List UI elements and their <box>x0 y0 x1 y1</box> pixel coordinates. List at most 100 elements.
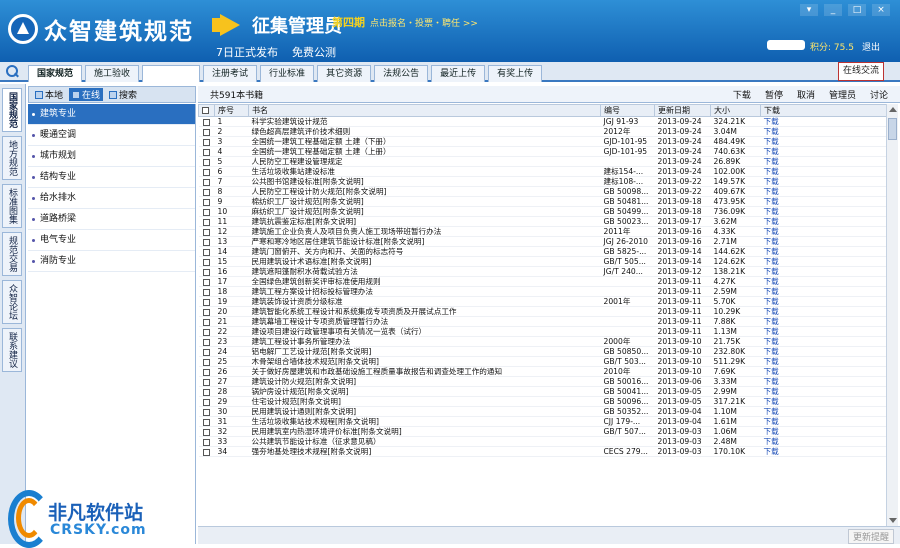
row-checkbox-cell[interactable] <box>198 126 215 137</box>
table-row[interactable]: 22 建设项目建设行政管理事项有关情况一览表（试行） 2013-09-11 1.13M… <box>198 326 886 337</box>
cell-download[interactable]: 下载 <box>760 356 886 367</box>
cell-download[interactable]: 下载 <box>760 336 886 347</box>
table-row[interactable]: 1 科学实验建筑设计规范 JGJ 91-93 2013-09-24 324.21K 下载 <box>198 116 886 127</box>
row-checkbox[interactable] <box>202 448 210 456</box>
row-checkbox-cell[interactable] <box>198 336 215 347</box>
row-checkbox-cell[interactable] <box>198 386 215 397</box>
tab-national-codes[interactable]: 国家规范 <box>28 65 83 82</box>
row-checkbox[interactable] <box>202 238 210 246</box>
pause-action[interactable]: 暂停 <box>765 88 783 101</box>
row-checkbox[interactable] <box>202 258 210 266</box>
table-row[interactable]: 6 生活垃圾收集站建设标准 建标154-... 2013-09-24 102.00K 下载 <box>198 166 886 177</box>
row-checkbox[interactable] <box>202 138 210 146</box>
category-item[interactable]: 暖通空调 <box>28 125 195 146</box>
row-checkbox[interactable] <box>202 318 210 326</box>
cell-download[interactable]: 下载 <box>760 346 886 357</box>
row-checkbox-cell[interactable] <box>198 376 215 387</box>
select-all-checkbox[interactable] <box>202 107 209 114</box>
cell-download[interactable]: 下载 <box>760 156 886 167</box>
cell-download[interactable]: 下载 <box>760 216 886 227</box>
cell-download[interactable]: 下载 <box>760 326 886 337</box>
table-row[interactable]: 21 建筑幕墙工程设计专项资质管理暂行办法 2013-09-11 7.88K 下载 <box>198 316 886 327</box>
table-row[interactable]: 4 全国统一建筑工程基础定额 土建（上册） GJD-101-95 2013-09-24… <box>198 146 886 157</box>
tab-registration-exam[interactable]: 注册考试 <box>203 65 258 82</box>
col-header-code[interactable]: 编号 <box>600 104 655 117</box>
cell-download[interactable]: 下载 <box>760 276 886 287</box>
cell-download[interactable]: 下载 <box>760 316 886 327</box>
row-checkbox-cell[interactable] <box>198 236 215 247</box>
col-header-title[interactable]: 书名 <box>248 104 601 117</box>
tab-construction-acceptance[interactable]: 施工验收 <box>85 65 140 82</box>
table-row[interactable]: 7 公共图书馆建设标准[附条文说明] 建标108-... 2013-09-22 149.… <box>198 176 886 187</box>
cell-download[interactable]: 下载 <box>760 196 886 207</box>
select-all-header[interactable] <box>198 104 215 117</box>
vtab-local-codes[interactable]: 地方规范 <box>2 136 22 180</box>
table-row[interactable]: 13 严寒和寒冷地区居住建筑节能设计标准[附条文说明] JGJ 26-2010 201… <box>198 236 886 247</box>
discuss-action[interactable]: 讨论 <box>870 88 888 101</box>
row-checkbox-cell[interactable] <box>198 286 215 297</box>
row-checkbox-cell[interactable] <box>198 296 215 307</box>
table-row[interactable]: 32 民用建筑室内热湿环境评价标准[附条文说明] GB/T 507... 2013-0… <box>198 426 886 437</box>
table-row[interactable]: 26 关于做好房屋建筑和市政基础设施工程质量事故报告和调查处理工作的通知 2010年… <box>198 366 886 377</box>
category-item[interactable]: 消防专业 <box>28 251 195 272</box>
row-checkbox[interactable] <box>202 418 210 426</box>
cell-download[interactable]: 下载 <box>760 446 886 457</box>
category-item[interactable]: 建筑专业 <box>28 104 195 125</box>
cell-download[interactable]: 下载 <box>760 426 886 437</box>
cell-download[interactable]: 下载 <box>760 186 886 197</box>
table-row[interactable]: 33 公共建筑节能设计标准（征求意见稿） 2013-09-03 2.48M 下载 <box>198 436 886 447</box>
table-row[interactable]: 31 生活垃圾收集站技术规程[附条文说明] CJJ 179-... 2013-09-0… <box>198 416 886 427</box>
cell-download[interactable]: 下载 <box>760 176 886 187</box>
vertical-scrollbar[interactable] <box>886 104 898 526</box>
vtab-contact[interactable]: 联系建议 <box>2 328 22 372</box>
close-button[interactable]: × <box>872 4 890 16</box>
cancel-action[interactable]: 取消 <box>797 88 815 101</box>
table-row[interactable]: 34 强夯地基处理技术规程[附条文说明] CECS 279... 2013-09-03… <box>198 446 886 457</box>
table-row[interactable]: 12 建筑施工企业负责人及项目负责人施工现场带班暂行办法 2011年 2013-09-… <box>198 226 886 237</box>
cell-download[interactable]: 下载 <box>760 386 886 397</box>
category-item[interactable]: 道路桥梁 <box>28 209 195 230</box>
cell-download[interactable]: 下载 <box>760 376 886 387</box>
table-row[interactable]: 15 民用建筑设计术语标准[附条文说明] GB/T 505... 2013-09-14… <box>198 256 886 267</box>
cell-download[interactable]: 下载 <box>760 416 886 427</box>
row-checkbox-cell[interactable] <box>198 356 215 367</box>
category-item[interactable]: 电气专业 <box>28 230 195 251</box>
table-row[interactable]: 8 人民防空工程设计防火规范[附条文说明] GB 50098... 2013-09-2… <box>198 186 886 197</box>
table-row[interactable]: 23 建筑工程设计事务所管理办法 2000年 2013-09-10 21.75K 下载 <box>198 336 886 347</box>
row-checkbox[interactable] <box>202 128 210 136</box>
promo-title[interactable]: 征集管理员 <box>252 12 342 38</box>
online-chat-button[interactable]: 在线交流 <box>838 62 885 81</box>
row-checkbox-cell[interactable] <box>198 186 215 197</box>
row-checkbox[interactable] <box>202 338 210 346</box>
cell-download[interactable]: 下载 <box>760 236 886 247</box>
table-row[interactable]: 24 铝电解厂工艺设计规范[附条文说明] GB 50850... 2013-09-10… <box>198 346 886 357</box>
row-checkbox[interactable] <box>202 158 210 166</box>
table-row[interactable]: 20 建筑智能化系统工程设计和系统集成专项资质及开展试点工作 2013-09-11 1… <box>198 306 886 317</box>
cell-download[interactable]: 下载 <box>760 116 886 127</box>
row-checkbox-cell[interactable] <box>198 276 215 287</box>
row-checkbox-cell[interactable] <box>198 246 215 257</box>
row-checkbox[interactable] <box>202 308 210 316</box>
online-button[interactable]: 在线 <box>69 88 104 101</box>
cell-download[interactable]: 下载 <box>760 436 886 447</box>
row-checkbox[interactable] <box>202 278 210 286</box>
cell-download[interactable]: 下载 <box>760 296 886 307</box>
cell-download[interactable]: 下载 <box>760 226 886 237</box>
cell-download[interactable]: 下载 <box>760 286 886 297</box>
category-item[interactable]: 城市规划 <box>28 146 195 167</box>
admin-action[interactable]: 管理员 <box>829 88 856 101</box>
row-checkbox[interactable] <box>202 188 210 196</box>
row-checkbox[interactable] <box>202 198 210 206</box>
col-header-download[interactable]: 下载 <box>760 104 886 117</box>
row-checkbox[interactable] <box>202 218 210 226</box>
table-row[interactable]: 16 建筑遮阳篷耐积水荷载试验方法 JG/T 240... 2013-09-12 138… <box>198 266 886 277</box>
row-checkbox-cell[interactable] <box>198 196 215 207</box>
row-checkbox-cell[interactable] <box>198 346 215 357</box>
row-checkbox[interactable] <box>202 298 210 306</box>
row-checkbox-cell[interactable] <box>198 136 215 147</box>
cell-download[interactable]: 下载 <box>760 406 886 417</box>
row-checkbox[interactable] <box>202 208 210 216</box>
row-checkbox[interactable] <box>202 398 210 406</box>
minimize-button[interactable]: _ <box>824 4 842 16</box>
row-checkbox-cell[interactable] <box>198 426 215 437</box>
